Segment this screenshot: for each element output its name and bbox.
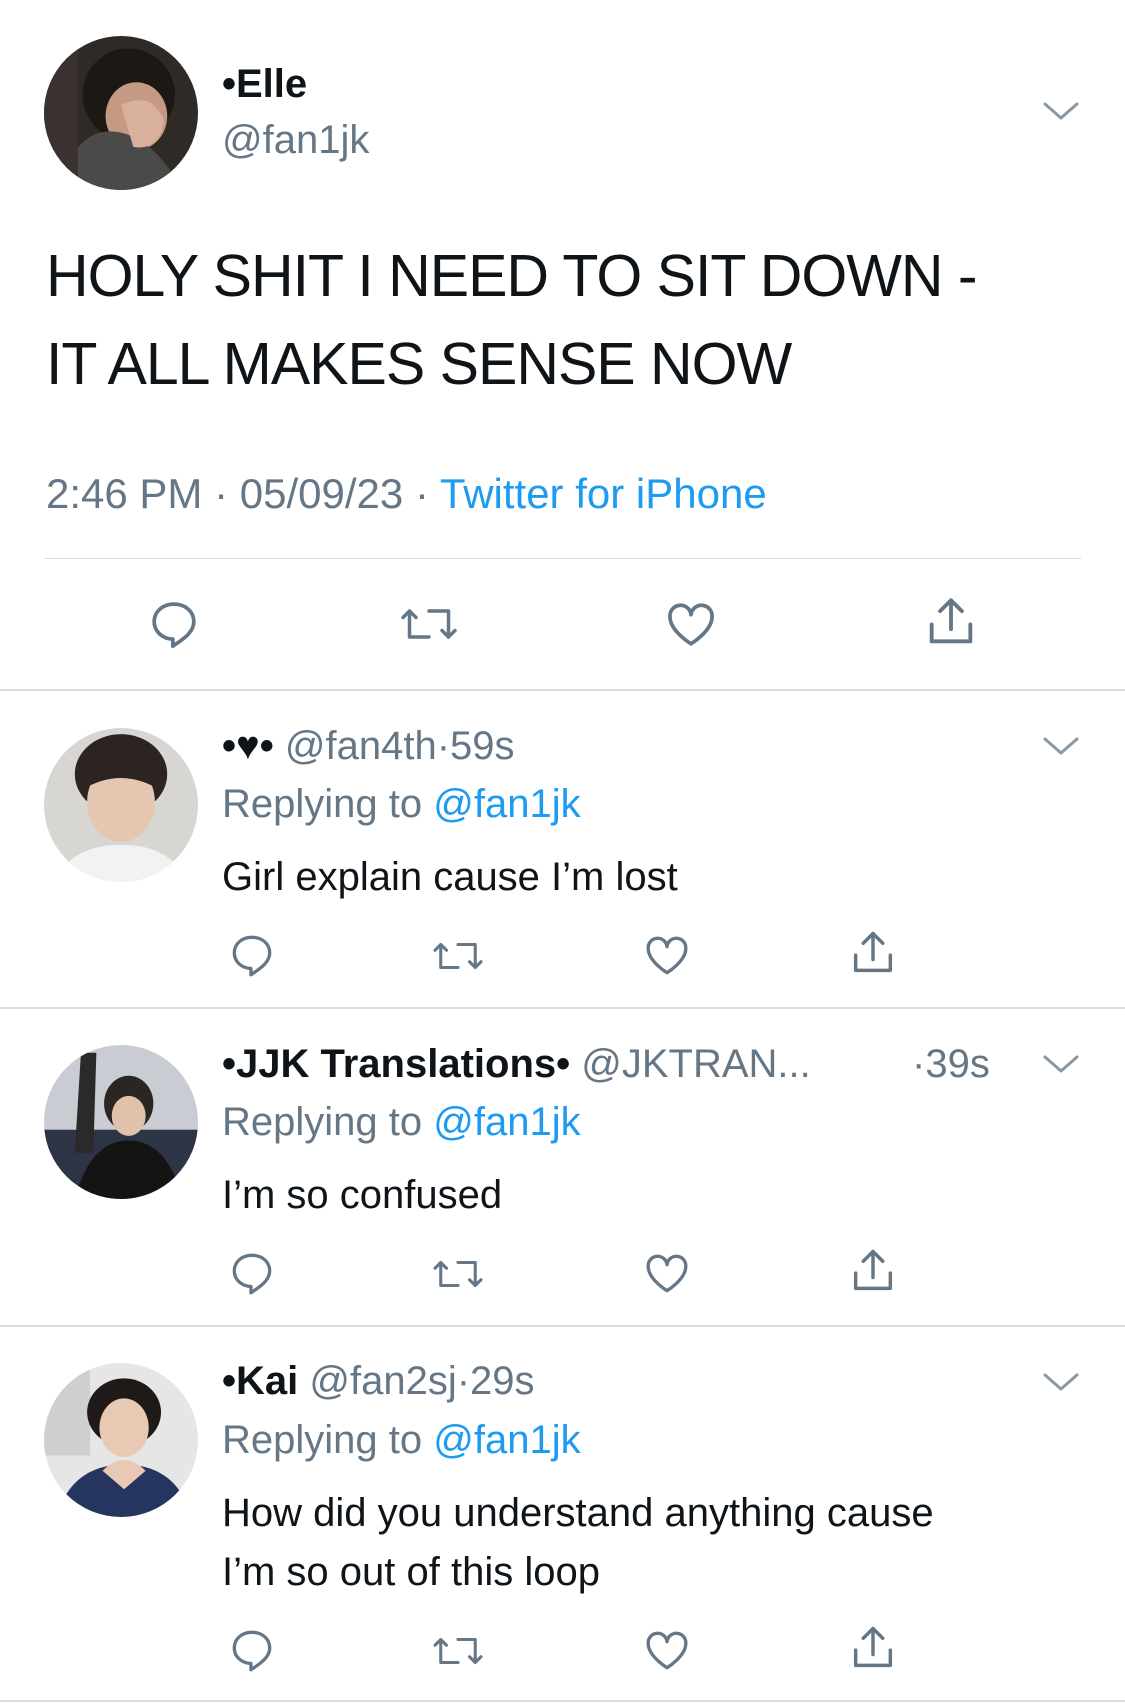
divider (0, 1007, 1125, 1009)
chevron-down-icon[interactable] (1041, 1051, 1081, 1077)
display-name[interactable]: •Elle (222, 62, 307, 107)
replying-to-link[interactable]: @fan1jk (433, 1100, 580, 1144)
retweet-icon[interactable] (430, 1251, 486, 1297)
replying-to: Replying to @fan1jk (222, 1418, 581, 1463)
display-name[interactable]: •JJK Translations• (222, 1042, 570, 1086)
chevron-down-icon[interactable] (1041, 1369, 1081, 1395)
divider (44, 558, 1081, 559)
meta-separator: · (436, 724, 451, 768)
reply-icon[interactable] (227, 1625, 277, 1675)
reply-time-wrap: ·39s (912, 1042, 990, 1087)
avatar[interactable] (44, 36, 198, 190)
reply-header: •Kai @fan2sj·29s (222, 1359, 535, 1404)
share-icon[interactable] (922, 592, 980, 652)
tweet-source-link[interactable]: Twitter for iPhone (440, 470, 767, 517)
reply-icon[interactable] (227, 1248, 277, 1298)
reply-header: •JJK Translations• @JKTRAN... (222, 1042, 811, 1087)
like-icon[interactable] (641, 930, 693, 980)
divider (0, 1325, 1125, 1327)
user-handle[interactable]: @fan4th (285, 724, 437, 768)
reply-text: How did you understand anything cause I’… (222, 1484, 934, 1602)
reply-icon[interactable] (146, 596, 202, 652)
tweet-date: 05/09/23 (239, 470, 404, 517)
share-icon[interactable] (847, 1244, 899, 1298)
retweet-icon[interactable] (430, 933, 486, 979)
reply-text: I’m so confused (222, 1166, 502, 1225)
divider (0, 689, 1125, 691)
reply-text-line: I’m so confused (222, 1173, 503, 1217)
replying-to: Replying to @fan1jk (222, 782, 581, 827)
meta-separator: · (414, 470, 429, 517)
replying-to-label: Replying to (222, 1100, 423, 1144)
like-icon[interactable] (641, 1625, 693, 1675)
tweet-text-line: IT ALL MAKES SENSE NOW (46, 331, 792, 397)
replying-to-label: Replying to (222, 1418, 423, 1462)
divider (0, 1700, 1125, 1702)
meta-separator: · (456, 1359, 471, 1403)
replying-to-link[interactable]: @fan1jk (433, 782, 580, 826)
chevron-down-icon[interactable] (1041, 733, 1081, 759)
reply-text: Girl explain cause I’m lost (222, 848, 678, 907)
reply-icon[interactable] (227, 930, 277, 980)
tweet-meta: 2:46 PM · 05/09/23 · Twitter for iPhone (46, 470, 767, 518)
retweet-icon[interactable] (397, 598, 461, 650)
reply-text-line: I’m so out of this loop (222, 1550, 600, 1594)
avatar[interactable] (44, 1045, 198, 1199)
replying-to-link[interactable]: @fan1jk (433, 1418, 580, 1462)
reply-text-line: How did you understand anything cause (222, 1491, 934, 1535)
display-name[interactable]: •Kai (222, 1359, 298, 1403)
meta-separator: · (912, 1042, 926, 1086)
like-icon[interactable] (641, 1248, 693, 1298)
display-name[interactable]: •♥• (222, 724, 274, 768)
reply-text-line: Girl explain cause I’m lost (222, 855, 678, 899)
tweet-time: 2:46 PM (46, 470, 203, 517)
reply-header: •♥• @fan4th·59s (222, 724, 515, 769)
chevron-down-icon[interactable] (1041, 98, 1081, 124)
avatar[interactable] (44, 1363, 198, 1517)
reply-time: 39s (925, 1042, 990, 1086)
user-handle[interactable]: @fan1jk (222, 118, 369, 163)
share-icon[interactable] (847, 1621, 899, 1675)
reply-time: 29s (470, 1359, 535, 1403)
replying-to-label: Replying to (222, 782, 423, 826)
avatar[interactable] (44, 728, 198, 882)
reply-time: 59s (450, 724, 515, 768)
tweet-text-line: HOLY SHIT I NEED TO SIT DOWN - (46, 243, 978, 309)
tweet-text: HOLY SHIT I NEED TO SIT DOWN - IT ALL MA… (46, 232, 1086, 408)
user-handle[interactable]: @fan2sj (309, 1359, 456, 1403)
meta-separator: · (214, 470, 229, 517)
share-icon[interactable] (847, 926, 899, 980)
retweet-icon[interactable] (430, 1628, 486, 1674)
user-handle[interactable]: @JKTRAN... (581, 1042, 811, 1086)
like-icon[interactable] (662, 596, 720, 652)
replying-to: Replying to @fan1jk (222, 1100, 581, 1145)
